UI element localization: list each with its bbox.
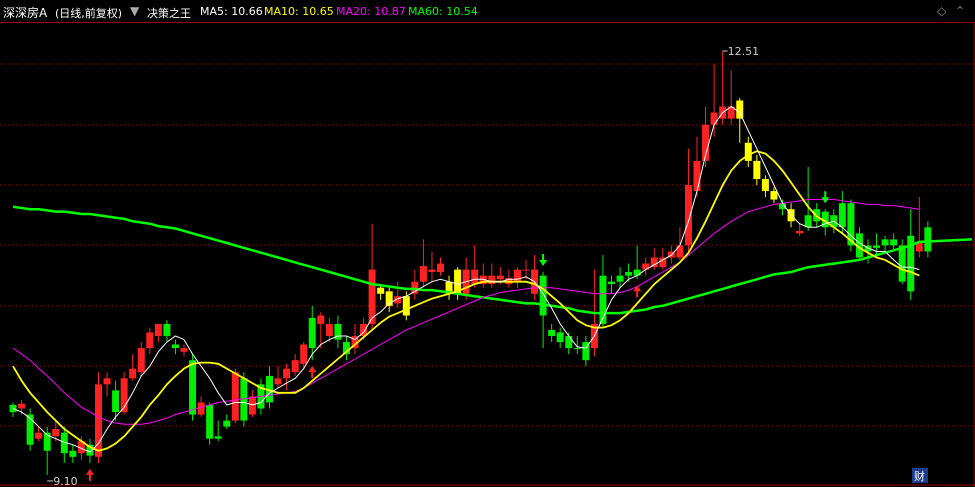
candle-body bbox=[137, 348, 145, 373]
candle-body bbox=[154, 323, 162, 337]
buy-arrow bbox=[85, 468, 94, 481]
candle-body bbox=[402, 296, 410, 316]
candle-body bbox=[52, 429, 60, 437]
candle-body bbox=[9, 404, 17, 413]
candle-body bbox=[18, 403, 26, 409]
candle-body bbox=[599, 275, 607, 324]
candle-body bbox=[890, 239, 898, 246]
candle-body bbox=[796, 230, 804, 234]
sell-arrow bbox=[821, 191, 830, 204]
candle-body bbox=[206, 404, 214, 439]
candle-body bbox=[317, 315, 325, 324]
candle-body bbox=[103, 378, 111, 385]
candle-body bbox=[428, 269, 436, 273]
candle-body bbox=[924, 227, 932, 252]
candle-body bbox=[180, 348, 188, 352]
candle-body bbox=[223, 420, 231, 427]
candle-body bbox=[214, 436, 222, 439]
candle-body bbox=[556, 332, 564, 343]
ma20-line bbox=[12, 199, 920, 425]
buy-arrow bbox=[633, 285, 642, 298]
candle-body bbox=[513, 269, 521, 282]
candle-body bbox=[804, 215, 812, 228]
buy-arrow bbox=[308, 366, 317, 379]
candle-body bbox=[744, 142, 752, 161]
grid-lines bbox=[0, 22, 975, 487]
candle-body bbox=[539, 275, 547, 316]
candle-body bbox=[35, 432, 43, 439]
sell-arrow bbox=[539, 254, 548, 267]
candle-body bbox=[129, 368, 137, 379]
candle-body bbox=[522, 269, 530, 271]
candle-body bbox=[616, 275, 624, 282]
candle-body bbox=[693, 160, 701, 192]
candlestick-chart[interactable]: 12.51 9.10 财 bbox=[0, 0, 975, 487]
high-price-label: 12.51 bbox=[728, 45, 760, 58]
candle-body bbox=[633, 269, 641, 276]
candle-body bbox=[26, 414, 34, 445]
candle-body bbox=[625, 272, 633, 276]
candle-body bbox=[325, 323, 333, 337]
candle-body bbox=[838, 203, 846, 228]
candle-body bbox=[471, 269, 479, 285]
candle-body bbox=[171, 344, 179, 349]
candle-body bbox=[488, 275, 496, 285]
candle-body bbox=[915, 243, 923, 252]
candle-body bbox=[437, 263, 444, 273]
candle-body bbox=[377, 287, 385, 294]
candle-body bbox=[496, 275, 504, 280]
candle-body bbox=[753, 160, 761, 180]
candle-body bbox=[873, 245, 881, 248]
candle-body bbox=[189, 360, 197, 415]
candle-body bbox=[112, 390, 120, 413]
candle-body bbox=[308, 317, 316, 349]
candle-body bbox=[231, 372, 239, 421]
candle-body bbox=[881, 239, 889, 246]
candle-body bbox=[283, 368, 291, 379]
candle-body bbox=[608, 281, 615, 285]
finance-badge[interactable]: 财 bbox=[914, 469, 925, 483]
low-price-label: 9.10 bbox=[53, 475, 77, 487]
ma10-line bbox=[12, 150, 920, 452]
candle-body bbox=[163, 323, 171, 337]
candle-body bbox=[573, 348, 581, 350]
candle-body bbox=[565, 336, 573, 349]
candles bbox=[9, 50, 932, 475]
candle-body bbox=[898, 245, 906, 282]
candle-body bbox=[548, 329, 556, 337]
candle-body bbox=[69, 450, 77, 457]
candle-body bbox=[710, 112, 718, 125]
candle-body bbox=[761, 179, 769, 192]
candle-body bbox=[676, 245, 684, 258]
candle-body bbox=[770, 191, 778, 200]
candle-body bbox=[300, 344, 308, 364]
candle-body bbox=[684, 185, 692, 246]
candle-body bbox=[146, 332, 154, 349]
candle-body bbox=[248, 396, 256, 415]
candle-body bbox=[274, 378, 282, 385]
candle-body bbox=[291, 360, 299, 373]
candle-body bbox=[736, 100, 744, 119]
candle-body bbox=[419, 265, 427, 282]
